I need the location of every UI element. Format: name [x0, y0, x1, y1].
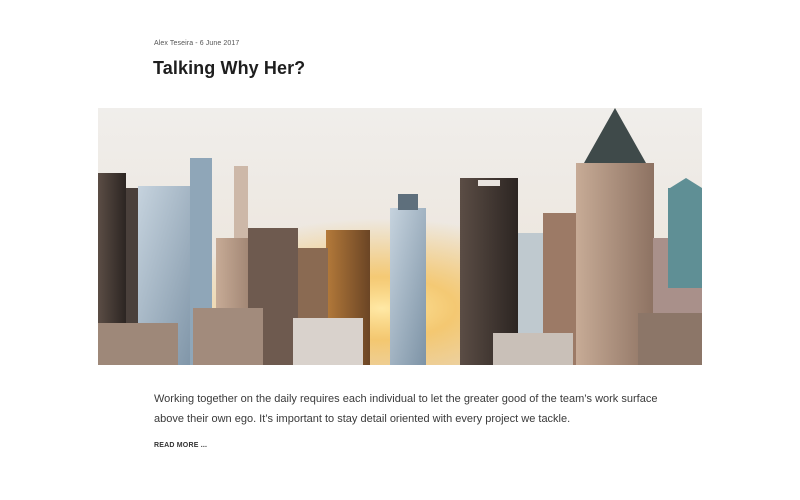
city-skyline-illustration [98, 108, 702, 365]
post-title[interactable]: Talking Why Her? [153, 58, 305, 79]
post-excerpt: Working together on the daily requires e… [154, 393, 658, 425]
hero-image[interactable] [98, 108, 702, 365]
post-meta: Alex Teseira - 6 June 2017 [154, 40, 240, 47]
read-more-link[interactable]: READ MORE ... [154, 442, 207, 449]
blog-post-card: Alex Teseira - 6 June 2017 Talking Why H… [0, 0, 800, 500]
